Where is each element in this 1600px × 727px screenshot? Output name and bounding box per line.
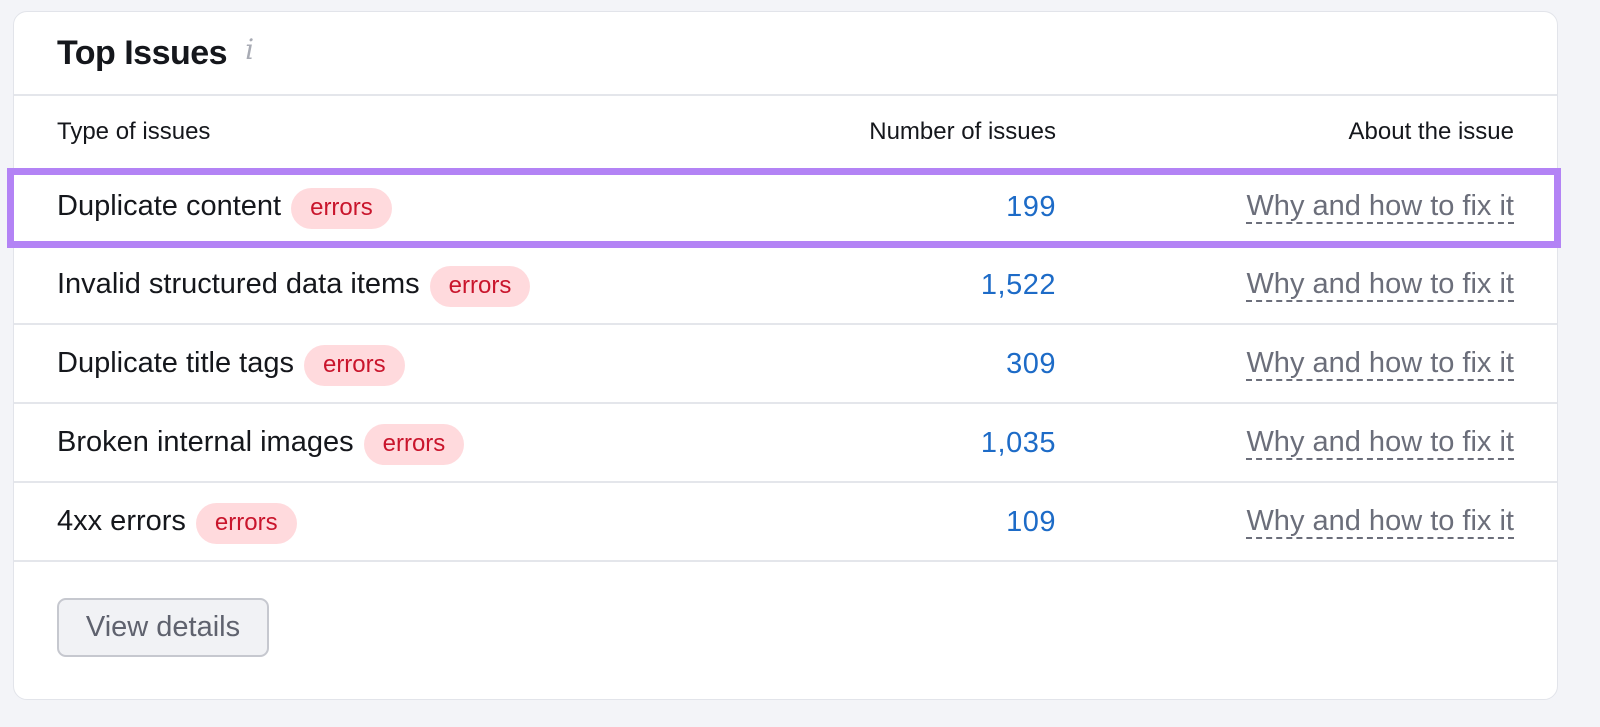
issue-name: Broken internal images [57,426,354,458]
issues-table-body: Duplicate content errors 199 Why and how… [7,167,1561,562]
widget-header: Top Issues i [14,12,1557,96]
issue-count-link[interactable]: 309 [1006,348,1056,381]
issue-name: Duplicate content [57,190,282,222]
widget-footer: View details [57,598,269,657]
issue-count-link[interactable]: 1,035 [981,427,1056,460]
errors-badge: errors [291,188,392,229]
issue-name: Duplicate title tags [57,347,294,379]
header-number-of-issues: Number of issues [869,118,1056,145]
table-row: Broken internal images errors 1,035 Why … [14,404,1557,483]
issue-count-link[interactable]: 109 [1006,506,1056,539]
errors-badge: errors [429,266,531,307]
issue-cell: 4xx errors errors [57,499,297,544]
issue-cell: Invalid structured data items errors [57,262,531,307]
table-row: Duplicate title tags errors 309 Why and … [14,325,1557,404]
why-how-fix-link[interactable]: Why and how to fix it [1246,268,1514,303]
issue-count-link[interactable]: 1,522 [981,269,1056,302]
why-how-fix-link[interactable]: Why and how to fix it [1246,505,1514,540]
errors-badge: errors [303,345,405,386]
table-row: Invalid structured data items errors 1,5… [14,246,1557,325]
issue-name: Invalid structured data items [57,268,420,300]
view-details-button[interactable]: View details [57,598,269,657]
widget-title: Top Issues [57,33,228,72]
info-icon[interactable]: i [245,36,254,64]
issue-name: 4xx errors [57,505,186,537]
why-how-fix-link[interactable]: Why and how to fix it [1246,347,1514,382]
table-header: Type of issues Number of issues About th… [14,97,1557,167]
errors-badge: errors [363,424,465,465]
why-how-fix-link[interactable]: Why and how to fix it [1246,426,1514,461]
issue-cell: Duplicate content errors [57,184,392,229]
errors-badge: errors [195,503,297,544]
header-type-of-issues: Type of issues [57,118,211,145]
table-row: 4xx errors errors 109 Why and how to fix… [14,483,1557,562]
header-about-the-issue: About the issue [1348,118,1514,145]
table-row: Duplicate content errors 199 Why and how… [7,167,1561,248]
why-how-fix-link[interactable]: Why and how to fix it [1246,190,1514,225]
issue-cell: Broken internal images errors [57,420,465,465]
issue-count-link[interactable]: 199 [1006,191,1056,224]
issue-cell: Duplicate title tags errors [57,341,405,386]
top-issues-widget: Top Issues i Type of issues Number of is… [7,11,1561,700]
